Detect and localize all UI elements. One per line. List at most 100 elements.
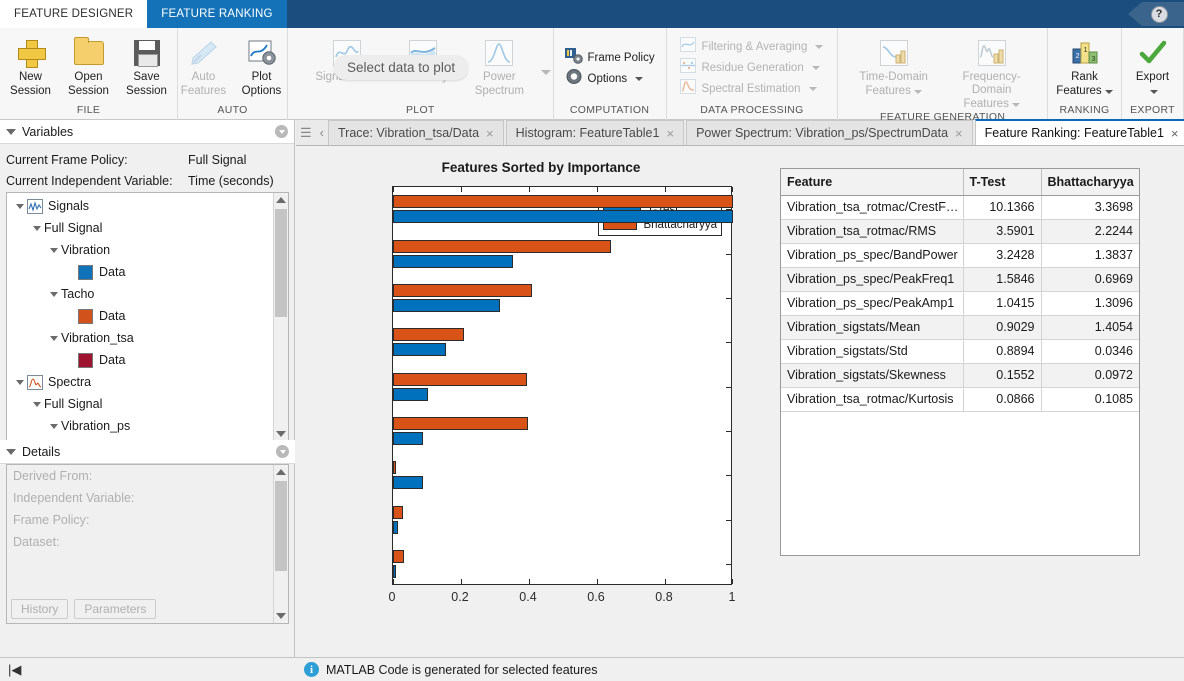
history-button[interactable]: History <box>11 599 68 619</box>
scroll-down-arrow-icon[interactable] <box>276 431 286 437</box>
chart-bar[interactable] <box>393 432 423 445</box>
time-domain-features-button[interactable]: Time-Domain Features <box>845 33 943 98</box>
plot-group-expander[interactable] <box>538 62 551 80</box>
chart-bar[interactable] <box>393 476 423 489</box>
document-tab-histogram[interactable]: Histogram: FeatureTable1 × <box>506 120 684 145</box>
residue-generation-button[interactable]: Residue Generation <box>676 58 823 79</box>
tree-node[interactable]: Data <box>7 261 288 283</box>
scroll-down-arrow-icon[interactable] <box>276 613 286 619</box>
cell-ttest: 0.8894 <box>963 339 1041 363</box>
chart-bar[interactable] <box>393 565 396 578</box>
plot-options-button[interactable]: Plot Options <box>233 33 291 98</box>
details-panel-header[interactable]: Details <box>0 440 295 464</box>
document-tab-trace[interactable]: Trace: Vibration_tsa/Data × <box>328 120 504 145</box>
chart-bar[interactable] <box>393 417 528 430</box>
close-icon[interactable]: × <box>1171 126 1179 141</box>
table-row[interactable]: Vibration_tsa_rotmac/CrestF…10.13663.369… <box>781 195 1139 219</box>
chart-bar[interactable] <box>393 328 464 341</box>
expand-triangle-icon[interactable] <box>47 336 61 341</box>
filtering-averaging-button[interactable]: Filtering & Averaging <box>676 37 827 58</box>
variables-tree-scrollbar[interactable] <box>273 193 288 441</box>
frequency-domain-features-button[interactable]: Frequency-Domain Features <box>943 33 1041 111</box>
tree-node[interactable]: Full Signal <box>7 393 288 415</box>
details-panel-menu-icon[interactable] <box>276 445 289 458</box>
jump-to-start-icon[interactable]: |◀ <box>8 662 21 678</box>
close-icon[interactable]: × <box>486 126 494 141</box>
table-row[interactable]: Vibration_ps_spec/PeakFreq11.58460.6969 <box>781 267 1139 291</box>
tree-node[interactable]: Spectra <box>7 371 288 393</box>
chart-bar[interactable] <box>393 284 532 297</box>
expand-triangle-icon[interactable] <box>30 402 44 407</box>
details-scrollbar[interactable] <box>273 465 288 623</box>
table-row[interactable]: Vibration_sigstats/Mean0.90291.4054 <box>781 315 1139 339</box>
cell-bhattacharyya: 0.1085 <box>1041 387 1139 411</box>
expand-triangle-icon[interactable] <box>13 380 27 385</box>
expand-triangle-icon[interactable] <box>13 204 27 209</box>
chart-bar[interactable] <box>393 388 428 401</box>
table-row[interactable]: Vibration_ps_spec/PeakAmp11.04151.3096 <box>781 291 1139 315</box>
tree-node[interactable]: Vibration <box>7 239 288 261</box>
tree-node[interactable]: Vibration_ps <box>7 415 288 437</box>
save-session-button[interactable]: Save Session <box>118 33 176 98</box>
column-header-feature[interactable]: Feature <box>781 169 963 195</box>
tab-scroll-left-icon[interactable]: ‹ <box>316 120 328 145</box>
variables-tree[interactable]: SignalsFull SignalVibrationDataTachoData… <box>6 192 289 442</box>
chart-bar[interactable] <box>393 461 396 474</box>
tree-node[interactable]: Vibration_tsa <box>7 327 288 349</box>
export-button[interactable]: Export <box>1124 33 1182 98</box>
chart-bar[interactable] <box>393 373 527 386</box>
chart-bar[interactable] <box>393 299 500 312</box>
table-row[interactable]: Vibration_sigstats/Std0.88940.0346 <box>781 339 1139 363</box>
chevron-down-icon <box>1012 103 1020 107</box>
ribbon-tab-feature-designer[interactable]: FEATURE DESIGNER <box>0 0 147 28</box>
expand-triangle-icon[interactable] <box>47 248 61 253</box>
scrollbar-thumb[interactable] <box>275 481 287 571</box>
close-icon[interactable]: × <box>955 126 963 141</box>
ribbon-group-label: PLOT <box>406 104 435 120</box>
auto-features-button[interactable]: Auto Features <box>175 33 233 98</box>
table-row[interactable]: Vibration_tsa_rotmac/Kurtosis0.08660.108… <box>781 387 1139 411</box>
expand-triangle-icon[interactable] <box>47 424 61 429</box>
expand-triangle-icon[interactable] <box>30 226 44 231</box>
column-header-ttest[interactable]: T-Test <box>963 169 1041 195</box>
table-row[interactable]: Vibration_tsa_rotmac/RMS3.59012.2244 <box>781 219 1139 243</box>
chart-bar[interactable] <box>393 195 733 208</box>
scroll-up-arrow-icon[interactable] <box>276 469 286 475</box>
spectral-estimation-button[interactable]: Spectral Estimation <box>676 79 820 100</box>
document-tab-feature-ranking[interactable]: Feature Ranking: FeatureTable1 × <box>975 119 1184 145</box>
help-button[interactable]: ? <box>1130 2 1178 26</box>
scroll-up-arrow-icon[interactable] <box>276 197 286 203</box>
tree-node[interactable]: Signals <box>7 195 288 217</box>
chart-bar[interactable] <box>393 506 403 519</box>
parameters-button[interactable]: Parameters <box>74 599 156 619</box>
power-spectrum-button[interactable]: Power Spectrum <box>461 33 537 98</box>
document-tab-power-spectrum[interactable]: Power Spectrum: Vibration_ps/SpectrumDat… <box>686 120 973 145</box>
expand-triangle-icon[interactable] <box>47 292 61 297</box>
feature-ranking-table[interactable]: Feature T-Test Bhattacharyya Vibration_t… <box>780 168 1140 556</box>
chart-bar[interactable] <box>393 255 513 268</box>
open-session-button[interactable]: Open Session <box>60 33 118 98</box>
frame-policy-button[interactable]: Frame Policy <box>561 47 659 68</box>
tree-node[interactable]: Data <box>7 349 288 371</box>
chart-plot-area[interactable]: T-Test Bhattacharyya <box>392 186 732 585</box>
chart-bar[interactable] <box>393 521 398 534</box>
table-row[interactable]: Vibration_ps_spec/BandPower3.24281.3837 <box>781 243 1139 267</box>
column-header-bhattacharyya[interactable]: Bhattacharyya <box>1041 169 1139 195</box>
close-icon[interactable]: × <box>666 126 674 141</box>
chart-bar[interactable] <box>393 343 446 356</box>
scrollbar-thumb[interactable] <box>275 209 287 317</box>
chart-bar[interactable] <box>393 210 733 223</box>
rank-features-button[interactable]: 2 1 3 Rank Features <box>1047 33 1123 98</box>
tree-node[interactable]: Full Signal <box>7 217 288 239</box>
variables-panel-menu-icon[interactable] <box>275 125 288 138</box>
ribbon-tab-feature-ranking[interactable]: FEATURE RANKING <box>147 0 286 28</box>
options-button[interactable]: Options <box>561 68 648 89</box>
table-row[interactable]: Vibration_sigstats/Skewness0.15520.0972 <box>781 363 1139 387</box>
new-session-button[interactable]: New Session <box>2 33 60 98</box>
chart-bar[interactable] <box>393 240 611 253</box>
chart-bar[interactable] <box>393 550 404 563</box>
tree-node[interactable]: Data <box>7 305 288 327</box>
tab-list-menu-icon[interactable]: ☰ <box>296 120 316 145</box>
tree-node[interactable]: Tacho <box>7 283 288 305</box>
variables-panel-header[interactable]: Variables <box>0 120 294 144</box>
